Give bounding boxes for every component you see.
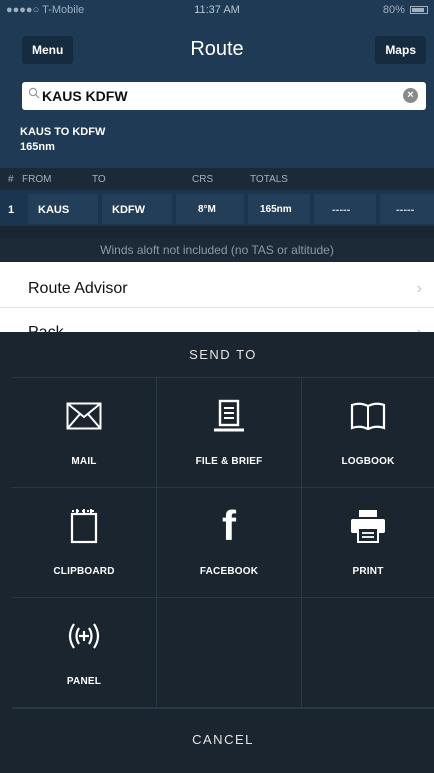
row-from: KAUS — [38, 204, 70, 216]
row-extra-1: ----- — [332, 204, 351, 216]
col-crs-header: CRS — [192, 174, 214, 185]
route-name: KAUS TO KDFW — [20, 126, 106, 138]
chevron-right-icon: › — [416, 280, 422, 297]
share-label: FACEBOOK — [199, 566, 259, 577]
share-label: MAIL — [71, 456, 97, 467]
table-row[interactable]: 1 KAUS KDFW 8°M 165nm ----- ----- — [0, 190, 434, 226]
search-value: KAUS KDFW — [42, 88, 128, 104]
panel-icon — [68, 623, 100, 649]
clear-icon[interactable]: × — [403, 88, 418, 103]
route-distance: 165nm — [20, 141, 55, 153]
battery-indicator: 80% — [383, 4, 428, 16]
mail-icon — [66, 402, 102, 430]
share-label: PRINT — [352, 566, 384, 577]
row-total: 165nm — [260, 204, 292, 215]
share-clipboard-button[interactable]: CLIPBOARD — [12, 488, 157, 598]
clock: 11:37 AM — [194, 4, 240, 16]
route-table-header: # FROM TO CRS TOTALS — [0, 168, 434, 190]
share-label: LOGBOOK — [341, 456, 395, 467]
row-number: 1 — [8, 204, 15, 216]
cancel-button[interactable]: CANCEL — [12, 708, 434, 773]
empty-grid-cell — [157, 598, 302, 708]
list-item-route-advisor[interactable]: Route Advisor › — [0, 268, 434, 308]
col-from-header: FROM — [22, 174, 52, 185]
row-extra-2: ----- — [396, 204, 415, 216]
row-to: KDFW — [112, 204, 145, 216]
logbook-icon — [350, 402, 386, 431]
nav-bar: Menu Route Maps — [0, 20, 434, 78]
share-label: CLIPBOARD — [53, 566, 115, 577]
row-course: 8°M — [198, 204, 216, 215]
share-grid: MAIL FILE & BRIEF LOGBOOK CLIPBOARD f FA… — [12, 378, 434, 708]
share-panel-button[interactable]: PANEL — [12, 598, 157, 708]
share-print-button[interactable]: PRINT — [302, 488, 434, 598]
battery-icon — [410, 6, 428, 15]
share-logbook-button[interactable]: LOGBOOK — [302, 378, 434, 488]
print-icon — [351, 510, 385, 543]
file-brief-icon — [214, 399, 244, 432]
search-bar: KAUS KDFW × — [0, 78, 434, 118]
route-search-input[interactable]: KAUS KDFW × — [22, 82, 426, 110]
route-summary: KAUS TO KDFW 165nm — [0, 118, 434, 168]
sheet-title: SEND TO — [12, 332, 434, 378]
col-to-header: TO — [92, 174, 106, 185]
search-icon — [28, 87, 40, 99]
battery-percent: 80% — [382, 4, 405, 16]
status-bar: ●●●●○ T-Mobile 11:37 AM 80% — [0, 0, 434, 20]
col-totals-header: TOTALS — [250, 174, 288, 185]
share-mail-button[interactable]: MAIL — [12, 378, 157, 488]
share-facebook-button[interactable]: f FACEBOOK — [157, 488, 302, 598]
maps-button[interactable]: Maps — [375, 36, 426, 64]
clipboard-icon — [70, 509, 98, 544]
send-to-sheet: SEND TO MAIL FILE & BRIEF LOGBOOK CLIPBO… — [12, 332, 434, 773]
route-options-list: Route Advisor › Pack › — [0, 262, 434, 341]
winds-note: Winds aloft not included (no TAS or alti… — [0, 238, 434, 262]
share-label: PANEL — [66, 676, 102, 687]
share-file-brief-button[interactable]: FILE & BRIEF — [157, 378, 302, 488]
facebook-icon: f — [222, 502, 236, 549]
share-label: FILE & BRIEF — [195, 456, 263, 467]
col-num-header: # — [8, 174, 14, 185]
page-title: Route — [190, 38, 244, 60]
list-item-label: Route Advisor — [28, 280, 128, 297]
empty-grid-cell — [302, 598, 434, 708]
